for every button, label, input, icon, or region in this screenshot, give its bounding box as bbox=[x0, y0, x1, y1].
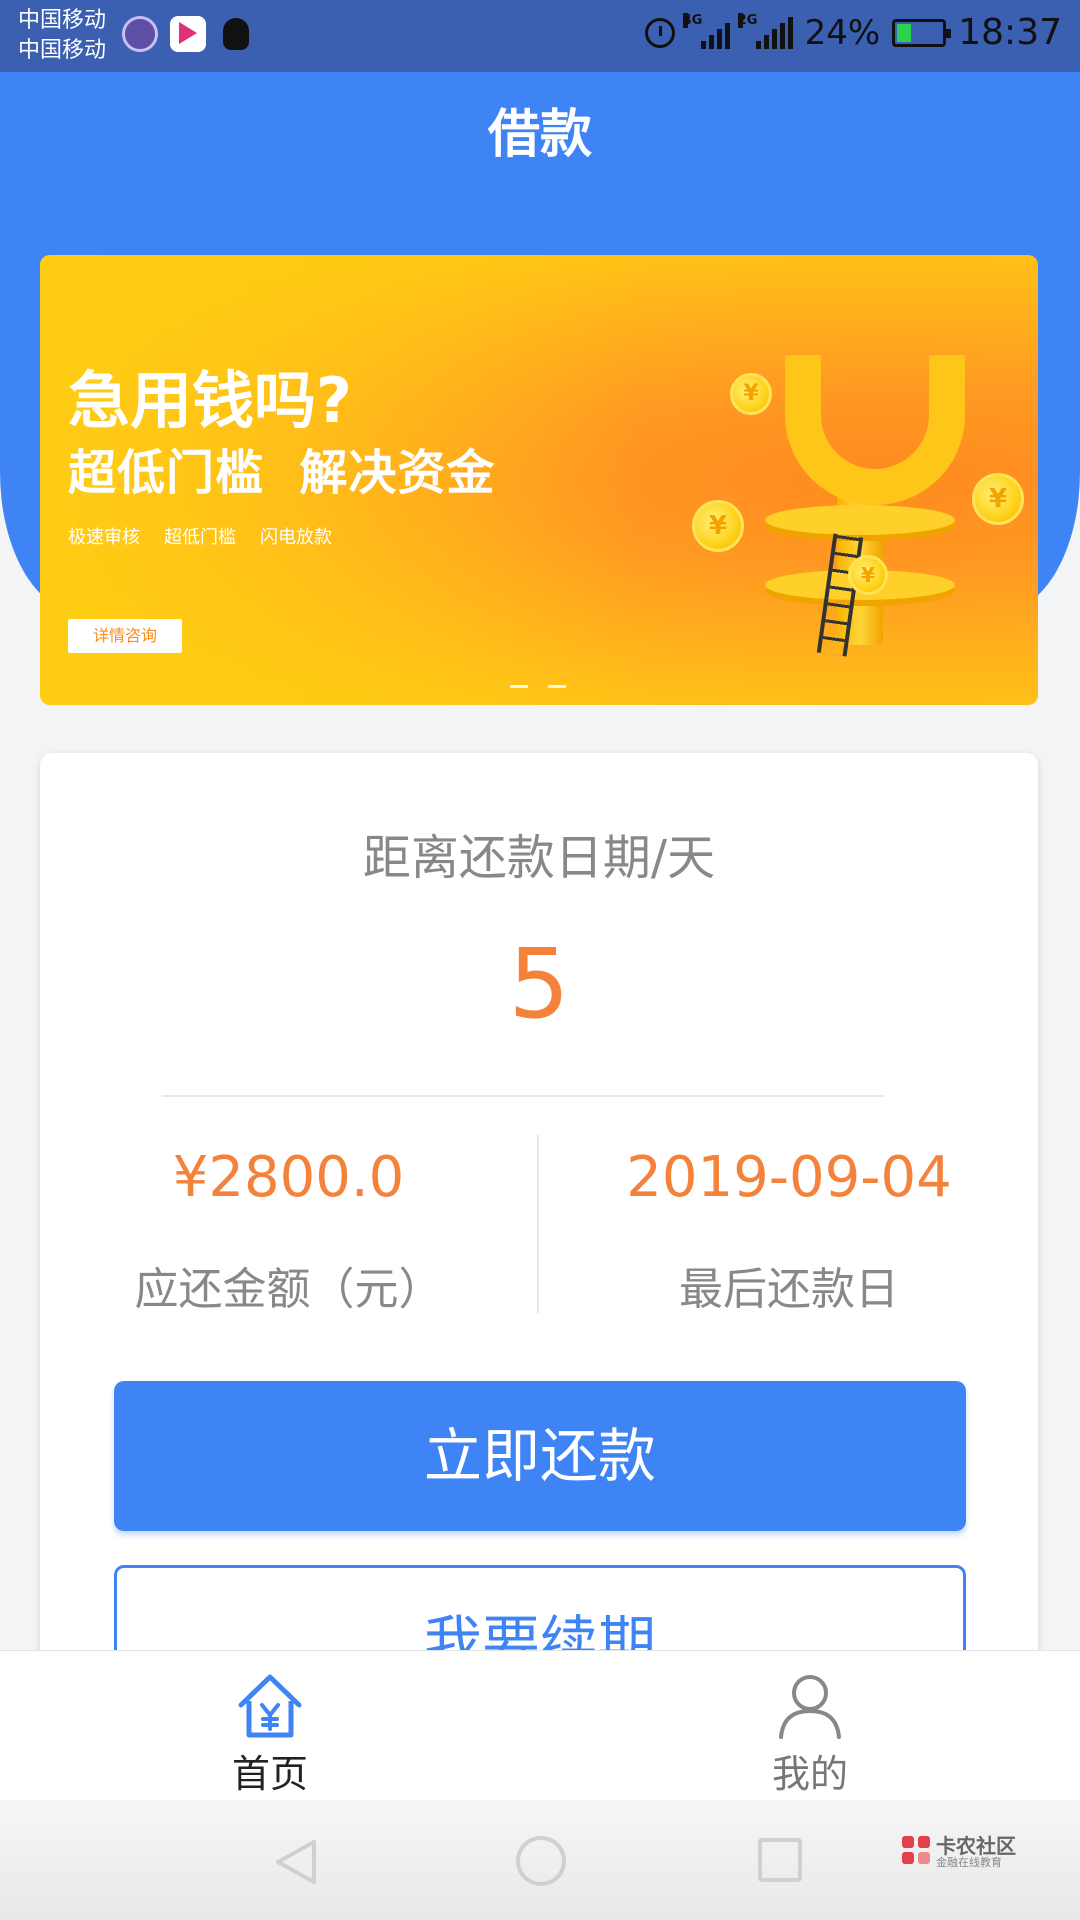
banner-tags: 极速审核 超低门槛 闪电放款 bbox=[68, 523, 332, 549]
coin-icon: ¥ bbox=[692, 500, 744, 552]
amount-due-label: 应还金额（元） bbox=[134, 1264, 443, 1315]
banner-tag: 超低门槛 bbox=[164, 527, 236, 548]
bottom-tab-bar: 首页 我的 bbox=[0, 1650, 1080, 1800]
coin-icon: ¥ bbox=[972, 473, 1024, 525]
home-nav-icon[interactable] bbox=[516, 1836, 566, 1886]
battery-icon bbox=[892, 18, 952, 47]
system-nav-bar: 卡农社区 金融在线教育 bbox=[0, 1800, 1080, 1920]
tab-mine[interactable]: 我的 bbox=[540, 1651, 1080, 1801]
page-title: 借款 bbox=[487, 105, 592, 165]
amount-due-value: ¥2800.0 bbox=[172, 1145, 405, 1210]
banner-tag: 闪电放款 bbox=[260, 527, 332, 548]
signal-1-icon: 4G bbox=[682, 12, 730, 49]
banner-subtitle: 超低门槛 解决资金 bbox=[68, 445, 496, 501]
tab-label: 首页 bbox=[231, 1752, 308, 1796]
countdown-label: 距离还款日期/天 bbox=[362, 830, 716, 886]
due-date-value: 2019-09-04 bbox=[626, 1145, 952, 1210]
divider bbox=[537, 1135, 539, 1313]
status-bar: 中国移动 中国移动 4G 2G 24% 18:37 bbox=[0, 0, 1080, 72]
youku-icon bbox=[170, 16, 206, 52]
status-indicators: 4G 2G 24% 18:37 bbox=[644, 12, 1062, 53]
coin-icon: ¥ bbox=[848, 555, 888, 595]
pager-dot[interactable] bbox=[510, 685, 528, 688]
banner-detail-button[interactable]: 详情咨询 bbox=[68, 619, 182, 653]
recent-apps-icon[interactable] bbox=[758, 1838, 802, 1882]
due-date-label: 最后还款日 bbox=[679, 1264, 899, 1315]
user-icon bbox=[779, 1675, 841, 1739]
divider bbox=[162, 1095, 884, 1097]
app-screen: 中国移动 中国移动 4G 2G 24% 18:37 借款 急用钱吗? 超低门槛 … bbox=[0, 0, 1080, 1920]
watermark-logo: 卡农社区 金融在线教育 bbox=[900, 1830, 1030, 1870]
pager-dot[interactable] bbox=[548, 685, 566, 688]
repay-now-button[interactable]: 立即还款 bbox=[114, 1381, 966, 1531]
qq-icon bbox=[218, 16, 254, 52]
alarm-icon bbox=[644, 17, 675, 48]
carrier-2: 中国移动 bbox=[18, 38, 107, 63]
signal-2-icon: 2G bbox=[737, 12, 793, 49]
banner-title: 急用钱吗? bbox=[68, 364, 352, 437]
banner-pager bbox=[510, 685, 566, 688]
battery-percent: 24% bbox=[804, 12, 881, 53]
watermark-subtext: 金融在线教育 bbox=[936, 1856, 1002, 1869]
repayment-card: 距离还款日期/天 5 ¥2800.0 应还金额（元） 2019-09-04 最后… bbox=[40, 753, 1038, 1753]
carrier-info: 中国移动 中国移动 bbox=[18, 6, 106, 66]
app-notification-icon bbox=[122, 16, 158, 52]
clock: 18:37 bbox=[958, 12, 1062, 53]
coin-icon: ¥ bbox=[730, 373, 772, 415]
tab-home[interactable]: 首页 bbox=[0, 1651, 540, 1801]
tab-label: 我的 bbox=[771, 1752, 848, 1796]
promo-banner[interactable]: 急用钱吗? 超低门槛 解决资金 极速审核 超低门槛 闪电放款 详情咨询 ¥ ¥ … bbox=[40, 255, 1038, 705]
notification-icons bbox=[122, 16, 254, 52]
home-yen-icon bbox=[238, 1674, 302, 1738]
watermark-icon bbox=[902, 1836, 930, 1864]
banner-tag: 极速审核 bbox=[68, 527, 140, 548]
yen-sculpture-illustration bbox=[765, 355, 1005, 657]
countdown-days: 5 bbox=[508, 928, 570, 1040]
back-icon[interactable] bbox=[272, 1838, 320, 1886]
network-type-2: 2G bbox=[737, 12, 758, 28]
network-type-1: 4G bbox=[682, 12, 703, 28]
carrier-1: 中国移动 bbox=[18, 8, 107, 33]
